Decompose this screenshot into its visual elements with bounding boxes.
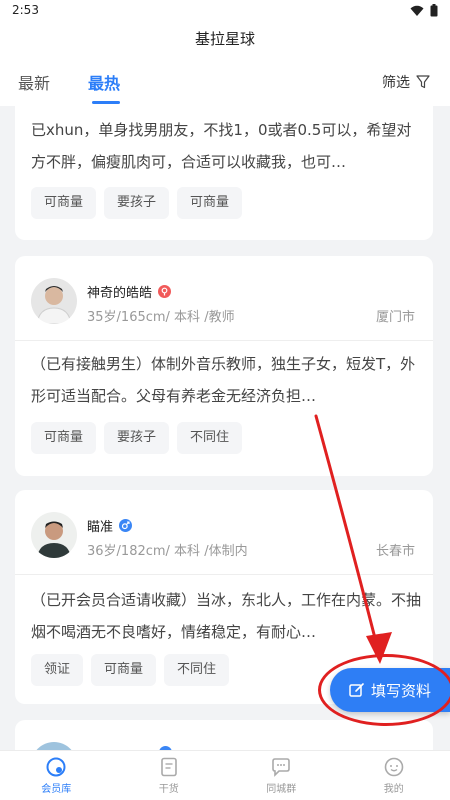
chat-icon	[272, 758, 291, 777]
bottom-nav: 会员库 干货 同城群 我的	[0, 750, 450, 800]
nav-item-city-group[interactable]: 同城群	[225, 751, 338, 800]
edit-icon	[349, 683, 364, 697]
nav-item-profile[interactable]: 我的	[338, 751, 450, 800]
profile-icon	[384, 757, 404, 777]
fill-profile-button[interactable]: 填写资料	[330, 668, 450, 712]
nav-label: 干货	[158, 784, 179, 795]
nav-label: 同城群	[266, 784, 297, 795]
member-icon	[46, 757, 66, 777]
nav-label: 会员库	[41, 784, 72, 795]
nav-label: 我的	[383, 784, 404, 795]
nav-item-articles[interactable]: 干货	[113, 751, 226, 800]
fill-profile-label: 填写资料	[370, 681, 431, 700]
document-icon	[160, 757, 177, 777]
nav-item-member-library[interactable]: 会员库	[0, 751, 113, 800]
